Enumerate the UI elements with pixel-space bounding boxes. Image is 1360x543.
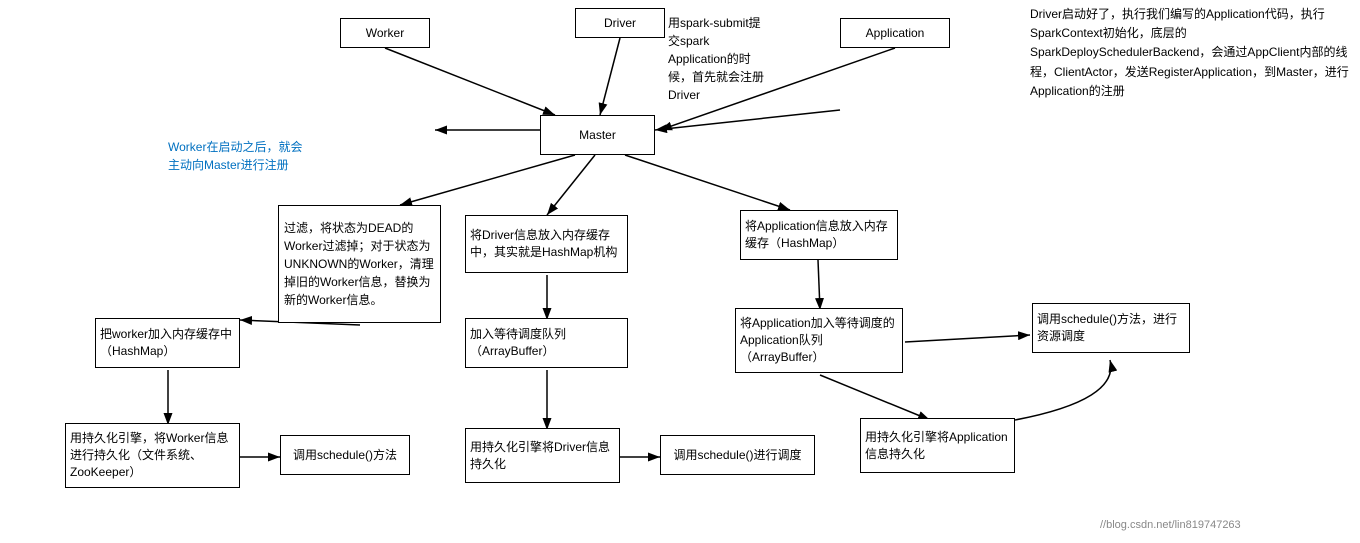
right-description: Driver启动好了，执行我们编写的Application代码，执行SparkC…: [1030, 5, 1350, 101]
master-box: Master: [540, 115, 655, 155]
worker-box: Worker: [340, 18, 430, 48]
persist-driver-box: 用持久化引擎将Driver信息持久化: [465, 428, 620, 483]
app-memory-box: 将Application信息放入内存缓存（HashMap）: [740, 210, 898, 260]
call-schedule-box: 调用schedule()方法: [280, 435, 410, 475]
persist-worker-box: 用持久化引擎，将Worker信息进行持久化（文件系统、ZooKeeper）: [65, 423, 240, 488]
spark-submit-label: 用spark-submit提交sparkApplication的时候，首先就会注…: [668, 14, 798, 104]
filter-worker-box: 过滤，将状态为DEAD的Worker过滤掉；对于状态为UNKNOWN的Worke…: [278, 205, 441, 323]
wait-schedule-box: 加入等待调度队列（ArrayBuffer）: [465, 318, 628, 368]
driver-box: Driver: [575, 8, 665, 38]
call-schedule2-box: 调用schedule()进行调度: [660, 435, 815, 475]
app-wait-box: 将Application加入等待调度的Application队列（ArrayBu…: [735, 308, 903, 373]
driver-memory-box: 将Driver信息放入内存缓存中，其实就是HashMap机构: [465, 215, 628, 273]
persist-app-box: 用持久化引擎将Application信息持久化: [860, 418, 1015, 473]
schedule-resource-box: 调用schedule()方法，进行资源调度: [1032, 303, 1190, 353]
worker-hashmap-box: 把worker加入内存缓存中（HashMap）: [95, 318, 240, 368]
worker-register-label: Worker在启动之后，就会主动向Master进行注册: [168, 138, 343, 174]
diagram-container: Worker Driver Application Master 过滤，将状态为…: [0, 0, 1360, 543]
application-box: Application: [840, 18, 950, 48]
watermark: //blog.csdn.net/lin819747263: [1100, 517, 1241, 534]
